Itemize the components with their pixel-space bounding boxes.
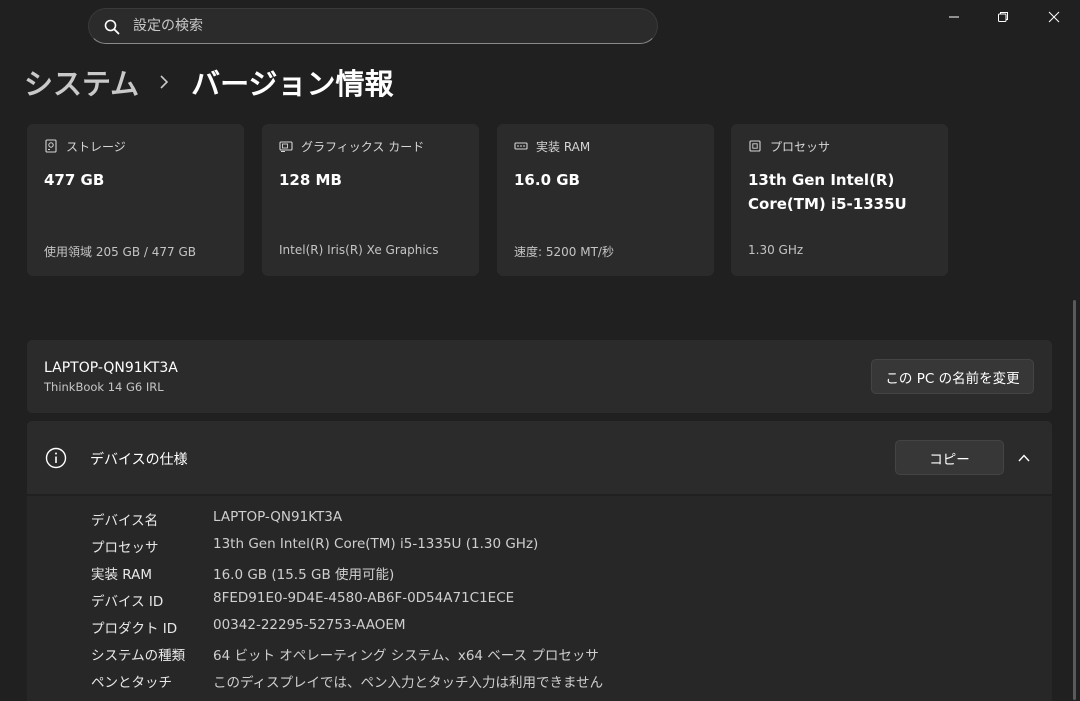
spec-value: 16.0 GB (15.5 GB 使用可能) <box>213 567 395 583</box>
info-icon <box>45 447 67 469</box>
storage-card[interactable]: ストレージ 477 GB 使用領域 205 GB / 477 GB <box>27 124 244 276</box>
page-title: バージョン情報 <box>191 67 394 101</box>
ram-card[interactable]: 実装 RAM 16.0 GB 速度: 5200 MT/秒 <box>497 124 714 276</box>
ram-icon <box>514 142 528 150</box>
card-title: プロセッサ <box>770 139 831 154</box>
search-icon <box>104 19 120 35</box>
card-subtext: Intel(R) Iris(R) Xe Graphics <box>279 243 439 257</box>
spec-label: デバイス ID <box>91 594 164 610</box>
device-name: LAPTOP-QN91KT3A <box>44 360 178 376</box>
spec-label: プロダクト ID <box>91 621 178 637</box>
spec-value: このディスプレイでは、ペン入力とタッチ入力は利用できません <box>213 675 604 691</box>
card-value: 477 GB <box>44 171 105 189</box>
card-title: グラフィックス カード <box>301 139 425 154</box>
spec-label: システムの種類 <box>91 648 186 664</box>
device-specs-list: デバイス名 LAPTOP-QN91KT3A プロセッサ 13th Gen Int… <box>27 496 1052 701</box>
breadcrumb: システム バージョン情報 <box>24 60 394 104</box>
gpu-icon <box>279 141 293 152</box>
spec-value: 00342-22295-52753-AAOEM <box>213 617 406 633</box>
graphics-card[interactable]: グラフィックス カード 128 MB Intel(R) Iris(R) Xe G… <box>262 124 479 276</box>
spec-label: 実装 RAM <box>91 567 153 583</box>
rename-pc-button[interactable]: この PC の名前を変更 <box>871 359 1034 394</box>
spec-value: 8FED91E0-9D4E-4580-AB6F-0D54A71C1ECE <box>213 590 515 606</box>
storage-icon <box>45 139 57 153</box>
cpu-icon <box>749 140 761 152</box>
spec-value: LAPTOP-QN91KT3A <box>213 509 343 525</box>
chevron-up-icon[interactable] <box>1017 451 1031 465</box>
spec-row: システムの種類 64 ビット オペレーティング システム、x64 ベース プロセ… <box>27 640 1052 667</box>
card-subtext: 1.30 GHz <box>748 243 804 257</box>
spec-row: プロダクト ID 00342-22295-52753-AAOEM <box>27 613 1052 640</box>
scrollbar[interactable] <box>1073 300 1076 700</box>
spec-label: プロセッサ <box>91 540 159 556</box>
settings-window: システム バージョン情報 ストレージ 477 GB 使用領域 205 GB / … <box>0 0 1080 701</box>
restore-icon <box>998 12 1008 22</box>
card-title: 実装 RAM <box>536 139 591 154</box>
minimize-icon <box>949 16 959 18</box>
spec-label: デバイス名 <box>91 513 159 529</box>
close-icon <box>1048 11 1060 23</box>
breadcrumb-parent-link[interactable]: システム <box>24 61 139 103</box>
chevron-right-icon <box>160 75 169 89</box>
device-model: ThinkBook 14 G6 IRL <box>44 380 164 394</box>
spec-value: 64 ビット オペレーティング システム、x64 ベース プロセッサ <box>213 648 599 664</box>
search-box[interactable] <box>88 8 658 44</box>
device-specs-header[interactable]: デバイスの仕様 コピー <box>27 421 1052 494</box>
card-value: 13th Gen Intel(R) Core(TM) i5-1335U <box>748 171 907 213</box>
spec-row: ペンとタッチ このディスプレイでは、ペン入力とタッチ入力は利用できません <box>27 667 1052 694</box>
spec-row: デバイス ID 8FED91E0-9D4E-4580-AB6F-0D54A71C… <box>27 586 1052 613</box>
card-subtext: 速度: 5200 MT/秒 <box>514 245 614 259</box>
processor-card[interactable]: プロセッサ 13th Gen Intel(R) Core(TM) i5-1335… <box>731 124 948 276</box>
spec-row: デバイス名 LAPTOP-QN91KT3A <box>27 505 1052 532</box>
device-name-panel: LAPTOP-QN91KT3A ThinkBook 14 G6 IRL この P… <box>27 340 1052 413</box>
card-value: 128 MB <box>279 171 342 189</box>
close-button[interactable] <box>1031 0 1077 34</box>
spec-value: 13th Gen Intel(R) Core(TM) i5-1335U (1.3… <box>213 536 539 552</box>
spec-row: プロセッサ 13th Gen Intel(R) Core(TM) i5-1335… <box>27 532 1052 559</box>
specs-title: デバイスの仕様 <box>90 452 188 468</box>
copy-button[interactable]: コピー <box>895 440 1004 475</box>
card-title: ストレージ <box>66 139 126 154</box>
restore-button[interactable] <box>980 0 1026 34</box>
spec-row: 実装 RAM 16.0 GB (15.5 GB 使用可能) <box>27 559 1052 586</box>
card-value: 16.0 GB <box>514 171 580 189</box>
spec-label: ペンとタッチ <box>91 675 172 691</box>
search-input[interactable] <box>133 9 633 43</box>
card-subtext: 使用領域 205 GB / 477 GB <box>44 245 196 259</box>
minimize-button[interactable] <box>931 0 977 34</box>
